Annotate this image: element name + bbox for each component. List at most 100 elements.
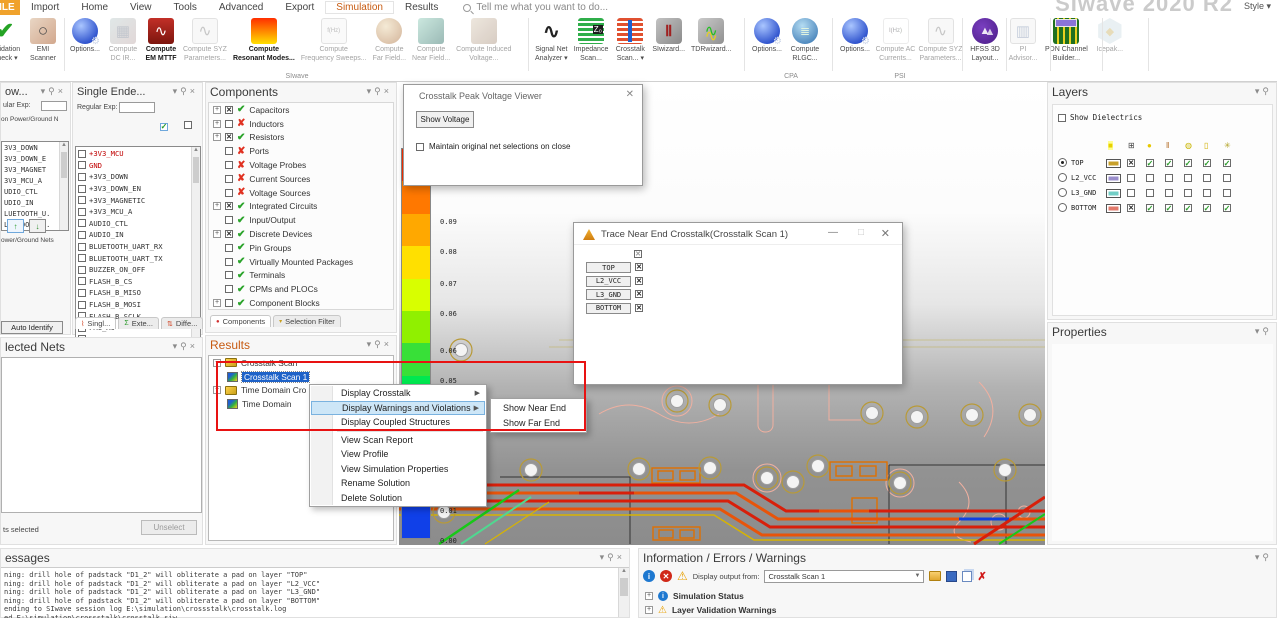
hfss-3d-layout-button[interactable]: HFSS 3DLayout... bbox=[966, 15, 1004, 63]
net-row[interactable]: AUDIO_IN bbox=[76, 229, 200, 241]
options-psi-button[interactable]: Options... bbox=[836, 15, 874, 63]
component-tree-row[interactable]: ✔Input/Output bbox=[209, 213, 393, 227]
panel-controls[interactable]: ▾⚲× bbox=[367, 86, 392, 97]
error-filter-icon[interactable]: ✕ bbox=[660, 570, 672, 582]
check-all-button[interactable] bbox=[160, 123, 168, 131]
component-tree-row[interactable]: +✔Resistors bbox=[209, 131, 393, 145]
net-row[interactable]: +3V3_DOWN_EN bbox=[76, 183, 200, 195]
net-row[interactable]: GND bbox=[76, 160, 200, 172]
collapse-icon[interactable]: − bbox=[213, 386, 221, 394]
tab-exte[interactable]: ΣExte... bbox=[118, 317, 159, 329]
layer-button-bottom[interactable]: BOTTOM bbox=[586, 303, 631, 314]
layer-vis-checkbox[interactable] bbox=[1146, 174, 1154, 182]
net-list[interactable]: ▲ +3V3_MCUGND+3V3_DOWN+3V3_DOWN_EN+3V3_M… bbox=[75, 146, 201, 343]
net-row[interactable]: BLUETOOTH_UART_RX bbox=[76, 241, 200, 253]
component-checkbox[interactable] bbox=[225, 161, 233, 169]
layer-vis-checkbox[interactable] bbox=[1165, 174, 1173, 182]
expand-icon[interactable]: + bbox=[213, 230, 221, 238]
show-voltage-button[interactable]: Show Voltage bbox=[416, 111, 474, 128]
component-checkbox[interactable] bbox=[225, 258, 233, 266]
collapse-icon[interactable]: − bbox=[213, 359, 221, 367]
expand-icon[interactable]: + bbox=[213, 202, 221, 210]
auto-identify-button[interactable]: Auto Identify bbox=[1, 321, 63, 334]
component-checkbox[interactable] bbox=[225, 106, 233, 114]
menu-item-view-profile[interactable]: View Profile bbox=[311, 447, 485, 462]
scrollbar[interactable]: ▲ bbox=[618, 568, 629, 617]
compute-em-mttf-button[interactable]: ComputeEM MTTF bbox=[142, 15, 180, 63]
ribbon-tab-home[interactable]: Home bbox=[70, 1, 119, 14]
net-checkbox[interactable] bbox=[78, 254, 86, 262]
panel-controls[interactable]: ▾⚲× bbox=[600, 552, 625, 563]
ribbon-tab-simulation[interactable]: Simulation bbox=[325, 1, 394, 14]
maximize-icon[interactable]: □ bbox=[858, 227, 864, 238]
layer-vis-checkbox[interactable] bbox=[1146, 159, 1154, 167]
uncheck-all-button[interactable] bbox=[184, 121, 192, 129]
layer-vis-checkbox[interactable] bbox=[1165, 189, 1173, 197]
compute-rlgc-button[interactable]: ComputeRLGC... bbox=[786, 15, 824, 63]
ribbon-tab-tools[interactable]: Tools bbox=[163, 1, 208, 14]
layer-vis-checkbox[interactable] bbox=[1146, 204, 1154, 212]
component-tree-row[interactable]: +✔Component Blocks bbox=[209, 296, 393, 310]
layer-row-top[interactable]: TOP bbox=[1053, 157, 1272, 170]
non-power-ground-list[interactable]: ▲ 3V3_DOWN3V3_DOWN_E3V3_MAGNET3V3_MCU_AU… bbox=[1, 141, 69, 231]
layer-vis-checkbox[interactable] bbox=[1223, 174, 1231, 182]
component-checkbox[interactable] bbox=[225, 244, 233, 252]
net-checkbox[interactable] bbox=[78, 277, 86, 285]
style-dropdown[interactable]: Style ▾ bbox=[1244, 1, 1271, 12]
copy-icon[interactable] bbox=[962, 571, 972, 582]
layer-vis-checkbox[interactable] bbox=[1223, 189, 1231, 197]
signal-net-analyzer-button[interactable]: Signal NetAnalyzer ▾ bbox=[532, 15, 571, 63]
validation-check-button[interactable]: ValidationCheck ▾ bbox=[0, 15, 24, 63]
component-tree-row[interactable]: ✔CPMs and PLOCs bbox=[209, 282, 393, 296]
layer-row-l2_vcc[interactable]: L2_VCC bbox=[1053, 172, 1272, 185]
panel-controls[interactable]: ▾⚲ bbox=[1255, 86, 1272, 97]
ribbon-tab-advanced[interactable]: Advanced bbox=[208, 1, 274, 14]
net-row[interactable]: AUDIO_CTL bbox=[76, 218, 200, 230]
menu-item-display-crosstalk[interactable]: Display Crosstalk▶ bbox=[311, 386, 485, 401]
layer-vis-checkbox[interactable] bbox=[1203, 174, 1211, 182]
ribbon-tab-view[interactable]: View bbox=[119, 1, 163, 14]
emi-scanner-button[interactable]: EMIScanner bbox=[24, 15, 62, 63]
options-siwave-button[interactable]: Options... bbox=[66, 15, 104, 63]
layer-vis-checkbox[interactable] bbox=[1223, 159, 1231, 167]
expand-icon[interactable]: + bbox=[213, 120, 221, 128]
net-checkbox[interactable] bbox=[78, 208, 86, 216]
component-checkbox[interactable] bbox=[225, 133, 233, 141]
component-checkbox[interactable] bbox=[225, 147, 233, 155]
layer-button-l3_gnd[interactable]: L3_GND bbox=[586, 289, 631, 300]
net-row[interactable]: BUZZER_ON_OFF bbox=[76, 264, 200, 276]
layer-color-swatch[interactable] bbox=[1106, 159, 1121, 168]
layer-vis-checkbox[interactable] bbox=[1165, 159, 1173, 167]
net-checkbox[interactable] bbox=[78, 196, 86, 204]
layer-vis-checkbox[interactable] bbox=[1184, 159, 1192, 167]
menu-item-rename-solution[interactable]: Rename Solution bbox=[311, 476, 485, 491]
layer-main-checkbox[interactable] bbox=[1127, 159, 1135, 167]
layer-checkbox-top[interactable] bbox=[635, 263, 643, 271]
layer-checkbox-l3_gnd[interactable] bbox=[635, 290, 643, 298]
component-tree-row[interactable]: +✘Inductors bbox=[209, 117, 393, 131]
show-dielectrics-checkbox[interactable] bbox=[1058, 114, 1066, 122]
open-report-icon[interactable] bbox=[929, 571, 941, 581]
menu-item-view-simulation-properties[interactable]: View Simulation Properties bbox=[311, 462, 485, 477]
layer-main-checkbox[interactable] bbox=[1127, 189, 1135, 197]
info-filter-icon[interactable]: i bbox=[643, 570, 655, 582]
siwizard-button[interactable]: SIwizard... bbox=[649, 15, 688, 63]
layer-checkbox-bottom[interactable] bbox=[635, 304, 643, 312]
panel-controls[interactable]: ▾⚲× bbox=[367, 339, 392, 350]
output-source-combobox[interactable]: Crosstalk Scan 1 ▼ bbox=[764, 570, 924, 583]
layer-vis-checkbox[interactable] bbox=[1146, 189, 1154, 197]
component-checkbox[interactable] bbox=[225, 299, 233, 307]
ribbon-tab-results[interactable]: Results bbox=[394, 1, 449, 14]
net-checkbox[interactable] bbox=[78, 161, 86, 169]
expand-icon[interactable]: + bbox=[213, 106, 221, 114]
panel-controls[interactable]: ▾⚲× bbox=[173, 341, 198, 352]
net-checkbox[interactable] bbox=[78, 243, 86, 251]
menu-item-delete-solution[interactable]: Delete Solution bbox=[311, 491, 485, 506]
submenu-item-show-near-end[interactable]: Show Near End bbox=[491, 401, 586, 416]
regex-input[interactable] bbox=[41, 101, 67, 111]
submenu-item-show-far-end[interactable]: Show Far End bbox=[491, 416, 586, 431]
layer-vis-checkbox[interactable] bbox=[1184, 204, 1192, 212]
scrollbar[interactable]: ▲ bbox=[191, 147, 200, 342]
all-layers-checkbox[interactable] bbox=[634, 250, 642, 258]
layer-color-swatch[interactable] bbox=[1106, 204, 1121, 213]
